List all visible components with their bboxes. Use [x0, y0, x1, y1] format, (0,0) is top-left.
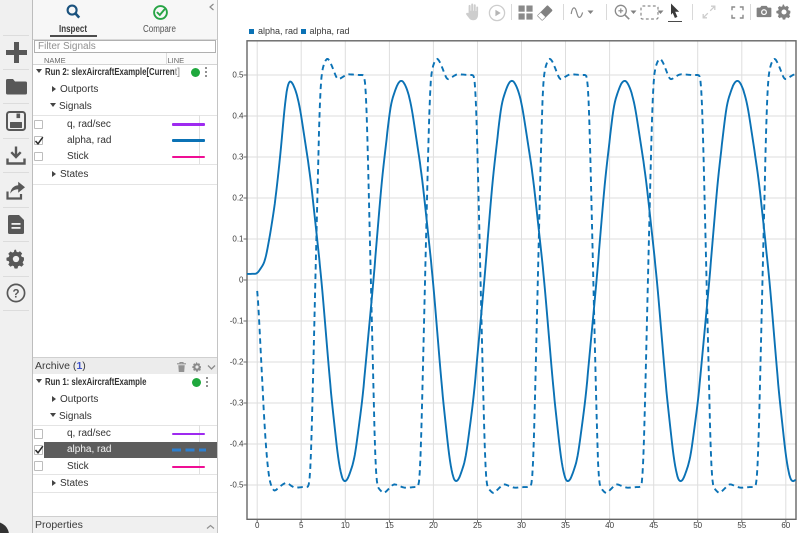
svg-text:55: 55	[737, 521, 746, 530]
svg-text:10: 10	[341, 521, 350, 530]
svg-text:45: 45	[649, 521, 658, 530]
svg-text:-0.4: -0.4	[230, 440, 244, 449]
svg-text:-0.3: -0.3	[230, 399, 244, 408]
svg-text:50: 50	[693, 521, 702, 530]
svg-text:40: 40	[605, 521, 614, 530]
svg-text:0: 0	[255, 521, 260, 530]
svg-text:25: 25	[473, 521, 482, 530]
svg-text:0.4: 0.4	[232, 112, 244, 121]
svg-text:-0.1: -0.1	[230, 317, 244, 326]
svg-text:15: 15	[385, 521, 394, 530]
svg-text:0.1: 0.1	[232, 235, 244, 244]
svg-text:60: 60	[781, 521, 790, 530]
svg-text:0.2: 0.2	[232, 194, 244, 203]
svg-text:35: 35	[561, 521, 570, 530]
svg-text:0.5: 0.5	[232, 71, 244, 80]
svg-text:-0.2: -0.2	[230, 358, 244, 367]
svg-text:20: 20	[429, 521, 438, 530]
svg-text:30: 30	[517, 521, 526, 530]
svg-text:5: 5	[299, 521, 304, 530]
svg-text:-0.5: -0.5	[230, 481, 244, 490]
svg-text:0: 0	[239, 276, 244, 285]
svg-text:0.3: 0.3	[232, 153, 244, 162]
